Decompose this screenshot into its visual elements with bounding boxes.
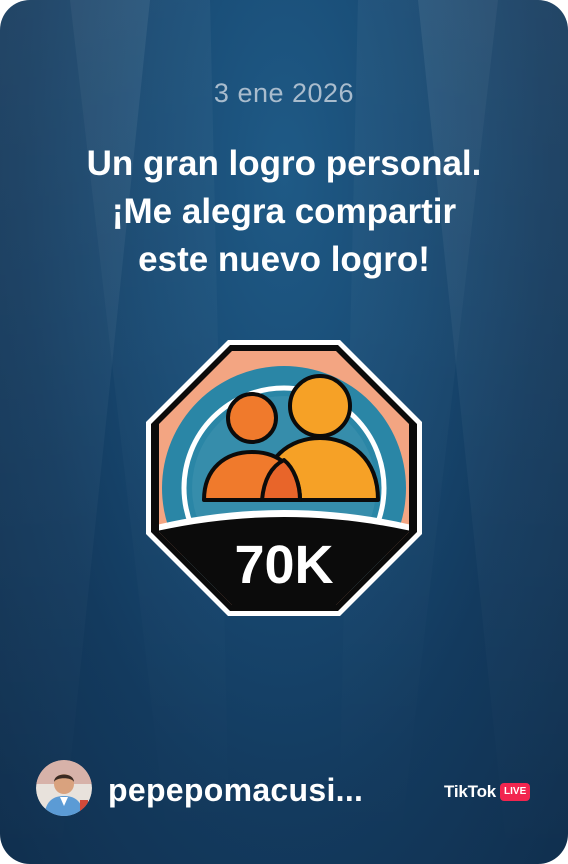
username-label[interactable]: pepepomacusi... [108, 772, 363, 809]
brand-name: TikTok [444, 782, 497, 801]
date-label: 3 ene 2026 [213, 78, 355, 108]
avatar-image [36, 760, 92, 816]
headline-line-3: este nuevo logro! [138, 240, 430, 279]
headline-line-2: ¡Me alegra compartir [111, 192, 457, 231]
headline-line-1: Un gran logro personal. [86, 144, 482, 183]
footer-bar: pepepomacusi... TikTok LIVE [0, 760, 568, 824]
tiktok-live-logo: TikTok LIVE [444, 780, 531, 804]
live-badge: LIVE [500, 783, 531, 801]
milestone-label: 70K [234, 535, 333, 595]
avatar[interactable] [36, 760, 92, 816]
milestone-badge: 70K [146, 340, 422, 616]
headline-text: Un gran logro personal. ¡Me alegra compa… [40, 140, 528, 284]
achievement-card: 3 ene 2026 Un gran logro personal. ¡Me a… [0, 0, 568, 864]
